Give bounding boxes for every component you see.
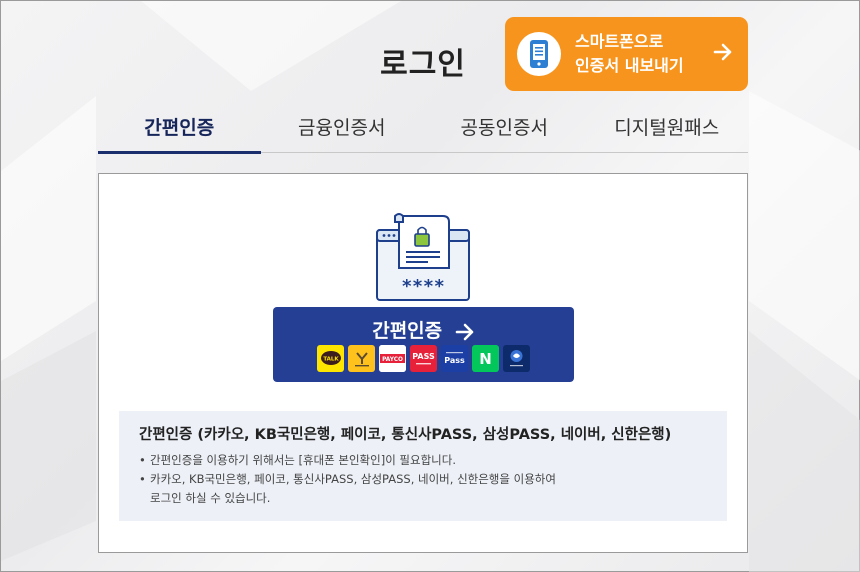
auth-tabs: 간편인증 금융인증서 공동인증서 디지털원패스 [98,107,749,154]
info-title: 간편인증 (카카오, KB국민은행, 페이코, 통신사PASS, 삼성PASS,… [139,427,672,443]
shinhan-logo-icon [503,345,530,372]
export-button-line2: 인증서 내보내기 [575,56,684,75]
smartphone-icon [517,32,561,76]
tab-financial-cert[interactable]: 금융인증서 [261,107,424,152]
easy-auth-panel: **** 간편인증 TALK PAYCO PASS Pass N 간편인증 (카… [98,173,748,553]
tab-joint-cert[interactable]: 공동인증서 [423,107,586,152]
easy-auth-button[interactable]: 간편인증 TALK PAYCO PASS Pass N [273,307,574,382]
svg-text:TALK: TALK [323,356,339,362]
arrow-right-icon [713,43,732,61]
svg-text:N: N [479,350,492,368]
svg-text:PAYCO: PAYCO [382,357,403,363]
svg-text:Pass: Pass [444,356,465,365]
kb-logo-icon [348,345,375,372]
export-button-line1: 스마트폰으로 [575,32,664,51]
export-certificate-button[interactable]: 스마트폰으로 인증서 내보내기 [505,17,748,91]
naver-logo-icon: N [472,345,499,372]
arrow-right-icon [455,323,474,340]
svg-text:PASS: PASS [412,352,435,361]
masked-pin-text: **** [401,276,444,297]
tab-digital-onepass[interactable]: 디지털원패스 [586,107,749,152]
pass-logo-icon: PASS [410,345,437,372]
payco-logo-icon: PAYCO [379,345,406,372]
info-list: 간편인증을 이용하기 위해서는 [휴대폰 본인확인]이 필요합니다. 카카오, … [139,451,707,508]
kakao-logo-icon: TALK [317,345,344,372]
easy-auth-button-label: 간편인증 [372,320,443,342]
certificate-document-icon: **** [376,213,470,301]
info-box: 간편인증 (카카오, KB국민은행, 페이코, 통신사PASS, 삼성PASS,… [119,411,727,521]
tab-easy-auth[interactable]: 간편인증 [98,107,261,154]
samsung-pass-logo-icon: Pass [441,345,468,372]
info-bullet: 카카오, KB국민은행, 페이코, 통신사PASS, 삼성PASS, 네이버, … [139,470,707,508]
provider-logos: TALK PAYCO PASS Pass N [273,345,574,372]
info-bullet: 간편인증을 이용하기 위해서는 [휴대폰 본인확인]이 필요합니다. [139,451,707,470]
